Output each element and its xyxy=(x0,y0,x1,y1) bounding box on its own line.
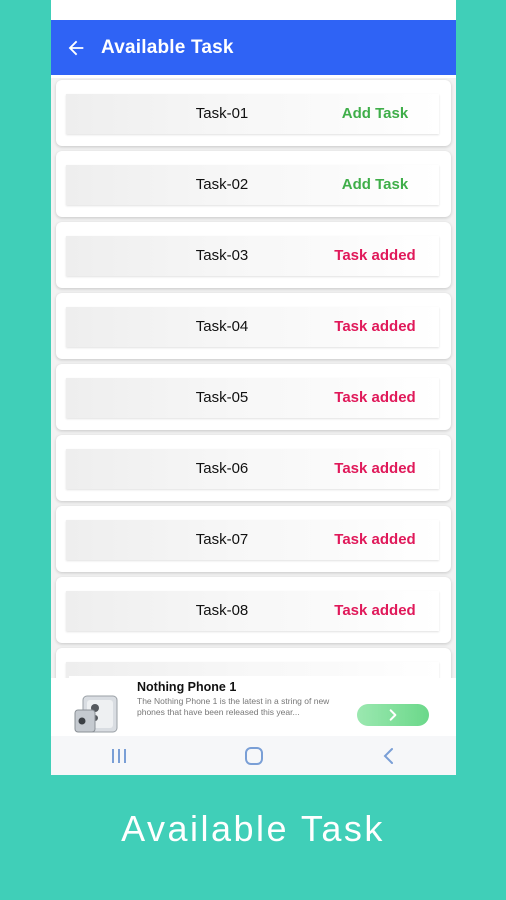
back-icon xyxy=(383,747,393,764)
task-name: Task-08 xyxy=(195,602,249,619)
task-added-label: Task added xyxy=(334,247,416,264)
task-added-label: Task added xyxy=(334,531,416,548)
task-card-05: Task-05 Task added xyxy=(56,364,451,430)
task-row: Task-06 Task added xyxy=(66,449,439,489)
ad-title: Nothing Phone 1 xyxy=(137,680,237,694)
task-card-08: Task-08 Task added xyxy=(56,577,451,643)
chevron-right-icon xyxy=(389,709,397,721)
recent-apps-icon xyxy=(111,748,126,763)
back-arrow-icon[interactable] xyxy=(65,37,87,59)
system-nav-bar xyxy=(51,736,456,775)
task-row: Task-03 Task added xyxy=(66,236,439,276)
task-card-03: Task-03 Task added xyxy=(56,222,451,288)
task-row: Task-05 Task added xyxy=(66,378,439,418)
task-card-07: Task-07 Task added xyxy=(56,506,451,572)
phone-screen: Available Task Task-01 Add Task Task-02 … xyxy=(51,0,456,775)
task-card-partial xyxy=(56,648,451,678)
task-row: Task-02 Add Task xyxy=(66,165,439,205)
task-added-label: Task added xyxy=(334,389,416,406)
task-name: Task-03 xyxy=(195,247,249,264)
task-card-01: Task-01 Add Task xyxy=(56,80,451,146)
add-task-button[interactable]: Add Task xyxy=(315,94,435,134)
task-row: Task-01 Add Task xyxy=(66,94,439,134)
task-name: Task-06 xyxy=(195,460,249,477)
app-bar: Available Task xyxy=(51,20,456,75)
task-name: Task-07 xyxy=(195,531,249,548)
promo-caption: Available Task xyxy=(121,808,385,849)
task-list: Task-01 Add Task Task-02 Add Task Task-0… xyxy=(51,78,456,678)
status-bar xyxy=(51,0,456,20)
task-name: Task-04 xyxy=(195,318,249,335)
task-row: Task-08 Task added xyxy=(66,591,439,631)
page-title: Available Task xyxy=(101,36,234,58)
task-added-label: Task added xyxy=(334,318,416,335)
task-name: Task-02 xyxy=(195,176,249,193)
ad-description: The Nothing Phone 1 is the latest in a s… xyxy=(137,696,330,717)
nav-back-button[interactable] xyxy=(369,744,409,768)
task-card-06: Task-06 Task added xyxy=(56,435,451,501)
phone-ad-image-icon xyxy=(74,695,118,733)
home-button[interactable] xyxy=(234,744,274,768)
task-name: Task-05 xyxy=(195,389,249,406)
task-card-02: Task-02 Add Task xyxy=(56,151,451,217)
recent-apps-button[interactable] xyxy=(99,744,139,768)
task-added-label: Task added xyxy=(334,602,416,619)
task-row: Task-04 Task added xyxy=(66,307,439,347)
task-card-04: Task-04 Task added xyxy=(56,293,451,359)
task-name: Task-01 xyxy=(195,105,249,122)
task-added-label: Task added xyxy=(334,460,416,477)
add-task-button[interactable]: Add Task xyxy=(315,165,435,205)
ad-banner[interactable]: Nothing Phone 1 The Nothing Phone 1 is t… xyxy=(69,676,438,736)
ad-open-button[interactable] xyxy=(357,704,429,726)
task-row: Task-07 Task added xyxy=(66,520,439,560)
home-icon xyxy=(244,746,263,765)
